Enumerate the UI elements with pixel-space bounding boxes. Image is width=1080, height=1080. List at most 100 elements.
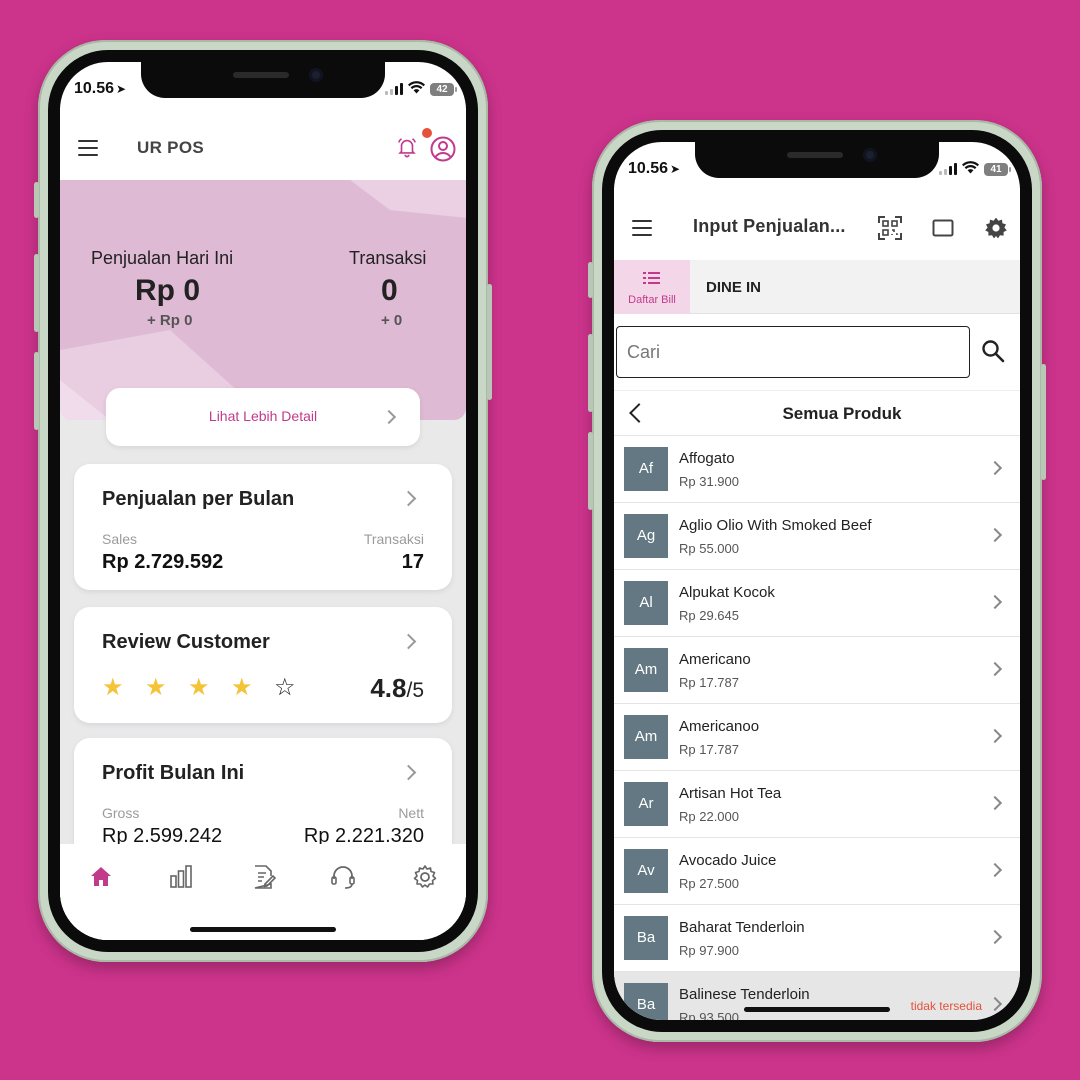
list-item[interactable]: Ba Baharat Tenderloin Rp 97.900: [614, 905, 1020, 972]
qr-scan-icon[interactable]: [878, 216, 902, 240]
chevron-right-icon: [987, 996, 1003, 1012]
list-icon: [643, 272, 660, 284]
settings-icon[interactable]: [984, 216, 1008, 240]
chevron-right-icon: [987, 862, 1003, 878]
phone-side-button: [487, 284, 492, 400]
product-price: Rp 55.000: [679, 541, 739, 556]
battery-icon: 42: [430, 82, 457, 96]
chevron-right-icon: [400, 764, 417, 781]
signal-icon: [939, 163, 957, 175]
search-icon[interactable]: [980, 338, 1006, 364]
window-icon[interactable]: [932, 218, 954, 238]
rating-value: 4.8: [370, 673, 407, 703]
product-price: Rp 27.500: [679, 876, 739, 891]
section-title: Semua Produk: [782, 404, 902, 423]
product-thumbnail: Af: [624, 447, 668, 491]
phone-side-button: [588, 432, 593, 510]
review-customer-card[interactable]: Review Customer ★ ★ ★ ★ ☆ 4.8/5: [74, 607, 452, 723]
bottom-navigation: [60, 844, 466, 940]
product-section-header: Semua Produk: [614, 390, 1020, 436]
settings-icon[interactable]: [410, 862, 440, 892]
location-arrow-icon: ➤: [116, 82, 127, 96]
chevron-right-icon: [400, 490, 417, 507]
chevron-right-icon: [987, 594, 1003, 610]
phone-bezel: 10.56 ➤ 41 Input Penjualan... Daftar Bil…: [602, 130, 1032, 1032]
home-indicator[interactable]: [744, 1007, 890, 1012]
phone-side-button: [34, 182, 39, 218]
menu-icon[interactable]: [632, 220, 652, 236]
page-title: Input Penjualan...: [693, 216, 846, 236]
today-sales-label: Penjualan Hari Ini: [91, 248, 234, 268]
nett-label: Nett: [398, 805, 424, 821]
tab-dine-in[interactable]: DINE IN: [706, 279, 761, 296]
phone-left: 10.56 ➤ 42 UR POS Penjualan Hari Ini Rp …: [34, 40, 492, 962]
today-sales-value: Rp 0: [135, 274, 201, 307]
product-price: Rp 97.900: [679, 943, 739, 958]
phone-side-button: [588, 334, 593, 412]
product-name: Aglio Olio With Smoked Beef: [679, 517, 872, 534]
profit-title: Profit Bulan Ini: [102, 762, 245, 784]
monthly-transactions-value: 17: [401, 551, 424, 573]
report-icon[interactable]: [248, 862, 278, 892]
signal-icon: [385, 83, 403, 95]
monthly-sales-card[interactable]: Penjualan per Bulan Sales Rp 2.729.592 T…: [74, 464, 452, 590]
chevron-right-icon: [987, 929, 1003, 945]
phone-side-button: [588, 262, 593, 298]
chart-icon[interactable]: [166, 862, 196, 892]
wifi-icon: [408, 81, 425, 97]
list-item[interactable]: Ar Artisan Hot Tea Rp 22.000: [614, 771, 1020, 838]
phone-side-button: [34, 352, 39, 430]
chevron-right-icon: [987, 460, 1003, 476]
menu-icon[interactable]: [78, 140, 98, 156]
left-screen: 10.56 ➤ 42 UR POS Penjualan Hari Ini Rp …: [60, 62, 466, 940]
product-price: Rp 17.787: [679, 675, 739, 690]
order-tabs: Daftar Bill DINE IN: [614, 260, 1020, 314]
product-thumbnail: Av: [624, 849, 668, 893]
tab-bill-label: Daftar Bill: [628, 294, 676, 306]
today-sales-delta: + Rp 0: [147, 312, 193, 329]
support-icon[interactable]: [328, 862, 358, 892]
view-detail-label: Lihat Lebih Detail: [208, 408, 318, 424]
sales-value: Rp 2.729.592: [102, 551, 224, 573]
list-item[interactable]: Ag Aglio Olio With Smoked Beef Rp 55.000: [614, 503, 1020, 570]
star-empty-icon: ☆: [274, 674, 296, 701]
product-name: Affogato: [679, 450, 735, 467]
product-name: Artisan Hot Tea: [679, 785, 782, 802]
search-input[interactable]: [617, 327, 969, 377]
gross-label: Gross: [102, 805, 140, 821]
product-price: Rp 17.787: [679, 742, 739, 757]
list-item-unavailable[interactable]: Ba Balinese Tenderloin Rp 93.500 tidak t…: [614, 972, 1020, 1020]
product-thumbnail: Am: [624, 648, 668, 692]
view-detail-button[interactable]: Lihat Lebih Detail: [106, 388, 420, 446]
product-name: Americanoo: [679, 718, 760, 735]
star-filled-icon: ★: [102, 674, 124, 701]
app-header: UR POS: [60, 108, 466, 180]
product-name: Americano: [679, 651, 751, 668]
search-field[interactable]: [616, 326, 970, 378]
list-item[interactable]: Af Affogato Rp 31.900: [614, 436, 1020, 503]
list-item[interactable]: Am Americanoo Rp 17.787: [614, 704, 1020, 771]
wifi-icon: [962, 161, 979, 177]
list-item[interactable]: Al Alpukat Kocok Rp 29.645: [614, 570, 1020, 637]
product-price: Rp 93.500: [679, 1010, 739, 1020]
product-thumbnail: Al: [624, 581, 668, 625]
star-filled-icon: ★: [145, 674, 167, 701]
unavailable-badge: tidak tersedia: [910, 999, 982, 1013]
tab-bill-list[interactable]: Daftar Bill: [614, 260, 690, 314]
product-name: Balinese Tenderloin: [679, 986, 810, 1003]
home-indicator[interactable]: [190, 927, 336, 932]
avatar[interactable]: [430, 136, 456, 162]
product-name: Alpukat Kocok: [679, 584, 775, 601]
list-item[interactable]: Am Americano Rp 17.787: [614, 637, 1020, 704]
notch: [141, 62, 385, 98]
product-thumbnail: Am: [624, 715, 668, 759]
phone-side-button: [1041, 364, 1046, 480]
home-icon[interactable]: [86, 862, 116, 892]
bell-alert-icon[interactable]: [396, 136, 418, 158]
chevron-right-icon: [987, 527, 1003, 543]
list-item[interactable]: Av Avocado Juice Rp 27.500: [614, 838, 1020, 905]
phone-bezel: 10.56 ➤ 42 UR POS Penjualan Hari Ini Rp …: [48, 50, 478, 952]
monthly-sales-title: Penjualan per Bulan: [102, 488, 295, 510]
monthly-transactions-label: Transaksi: [363, 531, 424, 547]
rating-display: 4.8/5: [370, 673, 424, 704]
